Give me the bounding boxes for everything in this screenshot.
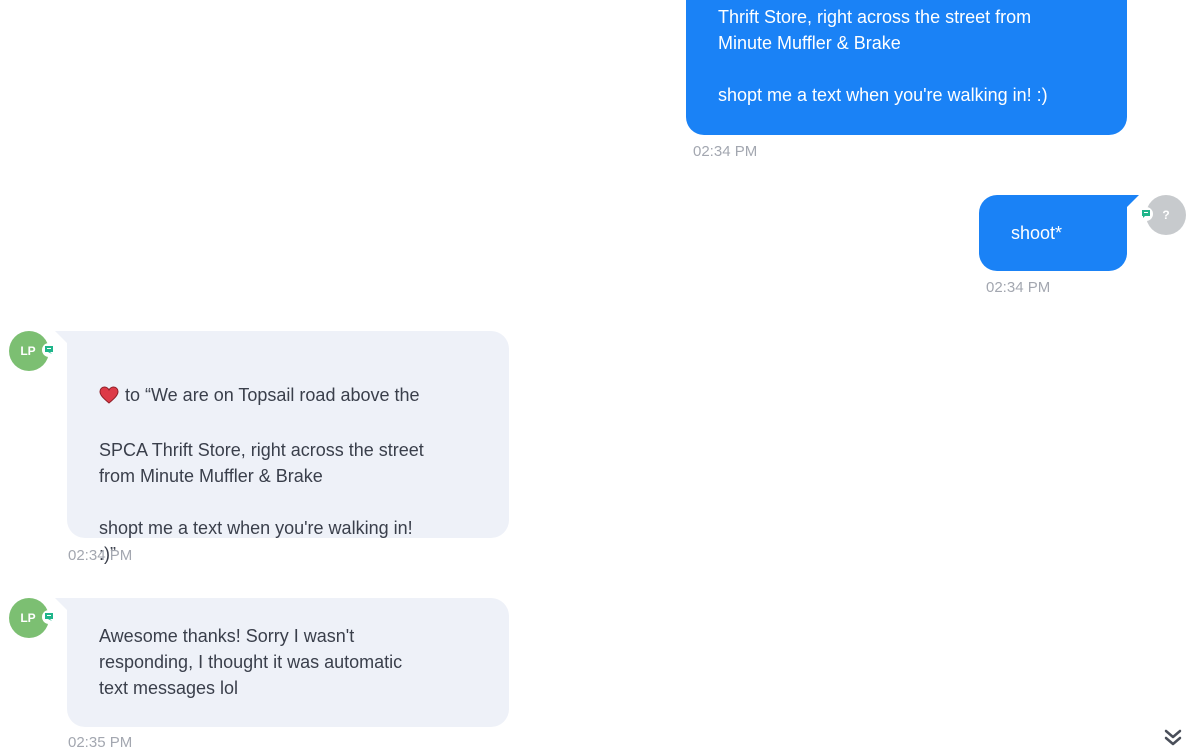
message-bubble-outgoing[interactable]: shoot* xyxy=(979,195,1127,271)
sms-channel-icon xyxy=(1139,207,1153,221)
avatar-initials: LP xyxy=(20,344,36,358)
message-bubble-incoming[interactable]: Awesome thanks! Sorry I wasn't respondin… xyxy=(67,598,509,727)
reaction-line: to “We are on Topsail road above the xyxy=(99,382,489,411)
heart-icon xyxy=(99,385,119,411)
sms-channel-icon xyxy=(42,343,56,357)
avatar-initials: LP xyxy=(20,611,36,625)
message-bubble-outgoing[interactable]: Thrift Store, right across the street fr… xyxy=(686,0,1127,135)
message-thread: Thrift Store, right across the street fr… xyxy=(0,0,1198,748)
message-bubble-incoming[interactable]: to “We are on Topsail road above the SPC… xyxy=(67,331,509,564)
message-timestamp: 02:34 PM xyxy=(68,547,133,564)
message-timestamp: 02:35 PM xyxy=(68,734,133,748)
reaction-prefix: to “We are on Topsail road above the xyxy=(125,385,420,405)
scroll-to-bottom-button[interactable] xyxy=(1162,728,1184,746)
double-chevron-down-icon xyxy=(1164,729,1182,746)
reaction-quoted-text: SPCA Thrift Store, right across the stre… xyxy=(99,440,424,564)
bubble-tail xyxy=(1125,195,1139,209)
avatar-initials: ? xyxy=(1162,208,1170,222)
message-timestamp: 02:34 PM xyxy=(986,279,1051,296)
sms-channel-icon xyxy=(42,610,56,624)
message-timestamp: 02:34 PM xyxy=(693,143,758,160)
